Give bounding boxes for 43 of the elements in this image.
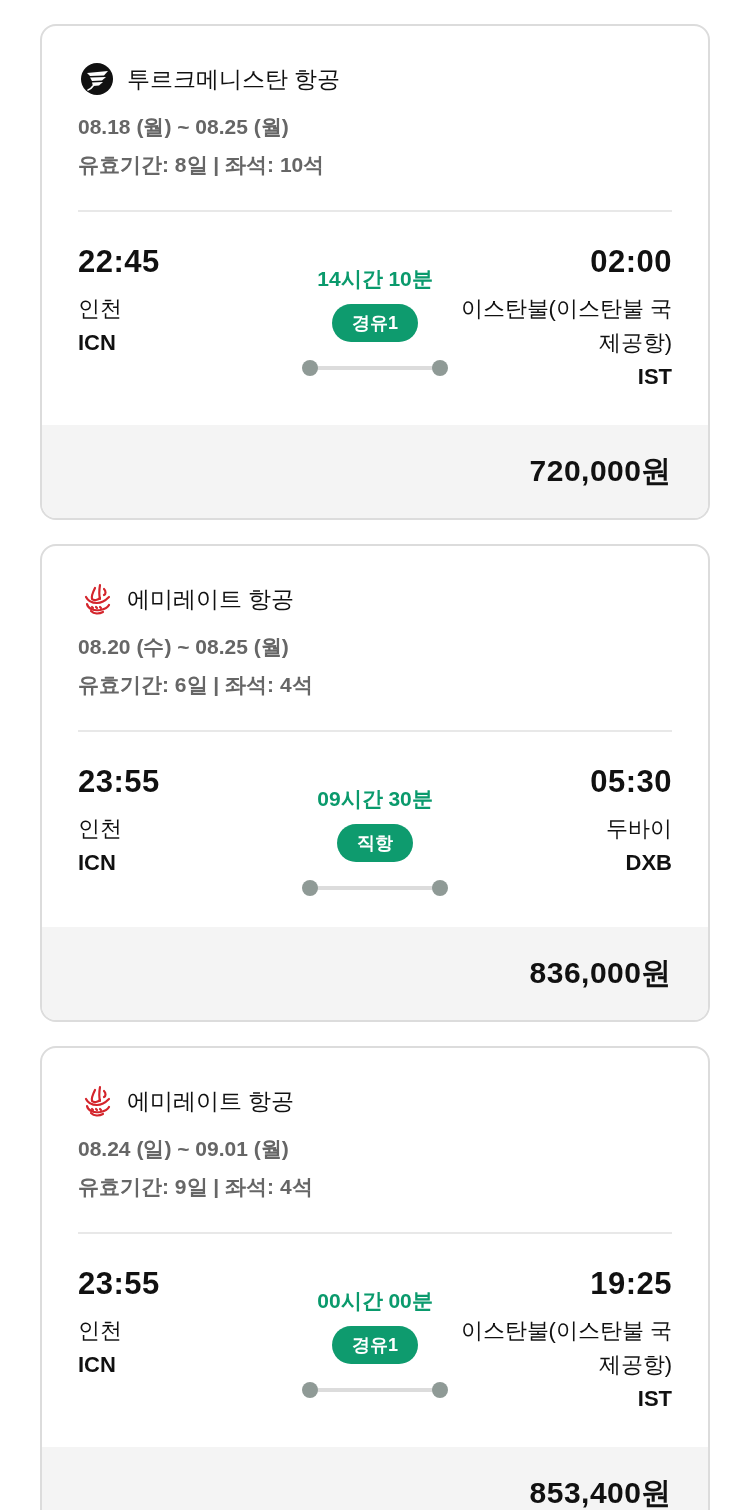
- flight-card[interactable]: 투르크메니스탄 항공 08.18 (월) ~ 08.25 (월) 유효기간: 8일 | 좌석: 10석 22:45 인천 ICN 14시간 10분 경유1 02:00 이스탄불(이스탄불 국제공항) IST 720,000원: [40, 24, 710, 520]
- departure-city: 인천: [78, 1317, 123, 1345]
- arrival-time: 02:00: [589, 244, 672, 280]
- airline-name: 에미레이트 항공: [127, 585, 295, 614]
- price: 836,000원: [529, 955, 672, 991]
- departure-code: ICN: [78, 849, 117, 877]
- flight-duration: 00시간 00분: [317, 1288, 433, 1314]
- airline-name: 에미레이트 항공: [127, 1087, 295, 1116]
- arrival-city: 이스탄불(이스탄불 국제공항): [459, 295, 672, 357]
- departure-time: 22:45: [78, 244, 161, 280]
- travel-dates: 08.24 (일) ~ 09.01 (월): [78, 1136, 290, 1162]
- arrival-city: 두바이: [605, 815, 672, 843]
- departure-city: 인천: [78, 295, 123, 323]
- flight-card[interactable]: 에미레이트 항공 08.20 (수) ~ 08.25 (월) 유효기간: 6일 | 좌석: 4석 23:55 인천 ICN 09시간 30분 직항 05:30 두바이 DXB 836,000원: [40, 544, 710, 1022]
- route-line-icon: [302, 880, 448, 896]
- arrival-code: IST: [636, 363, 672, 391]
- price: 720,000원: [529, 453, 672, 489]
- validity-and-seats: 유효기간: 9일 | 좌석: 4석: [78, 1172, 672, 1202]
- flight-duration: 09시간 30분: [317, 786, 433, 812]
- stops-badge: 경유1: [332, 304, 418, 342]
- travel-dates: 08.18 (월) ~ 08.25 (월): [78, 114, 290, 140]
- wing-logo-icon: [81, 63, 113, 95]
- validity-and-seats: 유효기간: 6일 | 좌석: 4석: [78, 670, 672, 700]
- travel-dates: 08.20 (수) ~ 08.25 (월): [78, 634, 290, 660]
- arrival-code: IST: [636, 1385, 672, 1413]
- stops-badge: 직항: [337, 824, 413, 862]
- departure-time: 23:55: [78, 1266, 161, 1302]
- departure-time: 23:55: [78, 764, 161, 800]
- departure-code: ICN: [78, 329, 117, 357]
- flight-duration: 14시간 10분: [317, 266, 433, 292]
- route-line-icon: [302, 360, 448, 376]
- departure-city: 인천: [78, 815, 123, 843]
- arrival-time: 05:30: [589, 764, 672, 800]
- route-line-icon: [302, 1382, 448, 1398]
- stops-badge: 경유1: [332, 1326, 418, 1364]
- flight-card[interactable]: 에미레이트 항공 08.24 (일) ~ 09.01 (월) 유효기간: 9일 | 좌석: 4석 23:55 인천 ICN 00시간 00분 경유1 19:25 이스탄불(이스탄불 국제공항) IST 853,400원: [40, 1046, 710, 1510]
- airline-name: 투르크메니스탄 항공: [127, 65, 341, 94]
- arrival-code: DXB: [624, 849, 672, 877]
- arrival-time: 19:25: [589, 1266, 672, 1302]
- departure-code: ICN: [78, 1351, 117, 1379]
- arrival-city: 이스탄불(이스탄불 국제공항): [459, 1317, 672, 1379]
- validity-and-seats: 유효기간: 8일 | 좌석: 10석: [78, 150, 672, 180]
- price: 853,400원: [529, 1475, 672, 1510]
